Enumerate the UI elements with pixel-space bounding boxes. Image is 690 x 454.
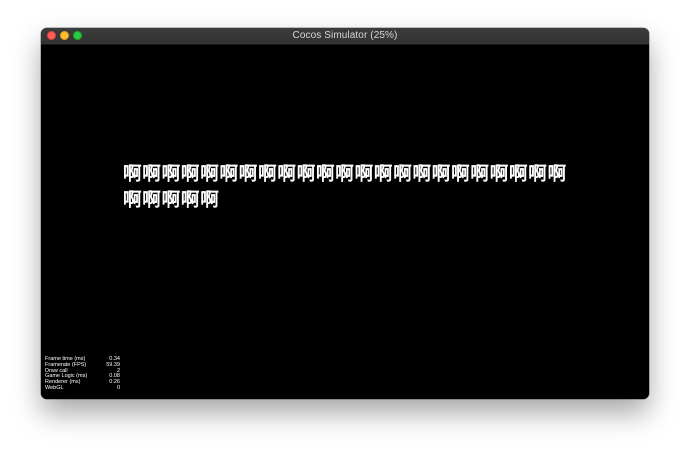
close-button[interactable] (47, 31, 56, 40)
window-title: Cocos Simulator (25%) (292, 30, 398, 41)
game-canvas[interactable]: 啊啊啊啊啊啊啊啊啊啊啊啊啊啊啊啊啊啊啊啊啊啊啊啊啊啊啊啊 Frame time … (41, 45, 649, 399)
minimize-button[interactable] (60, 31, 69, 40)
stats-panel: Frame time (ms) 0.34 Framerate (FPS) 59.… (45, 356, 120, 392)
maximize-button[interactable] (73, 31, 82, 40)
stat-label: WebGL (45, 384, 64, 391)
title-bar[interactable]: Cocos Simulator (25%) (41, 28, 649, 45)
stat-value: 0 (116, 384, 120, 391)
window-controls (47, 31, 82, 40)
stat-row: WebGL 0 (45, 384, 120, 392)
scene-label: 啊啊啊啊啊啊啊啊啊啊啊啊啊啊啊啊啊啊啊啊啊啊啊啊啊啊啊啊 (123, 164, 567, 211)
simulator-window: Cocos Simulator (25%) 啊啊啊啊啊啊啊啊啊啊啊啊啊啊啊啊啊啊… (41, 28, 649, 399)
